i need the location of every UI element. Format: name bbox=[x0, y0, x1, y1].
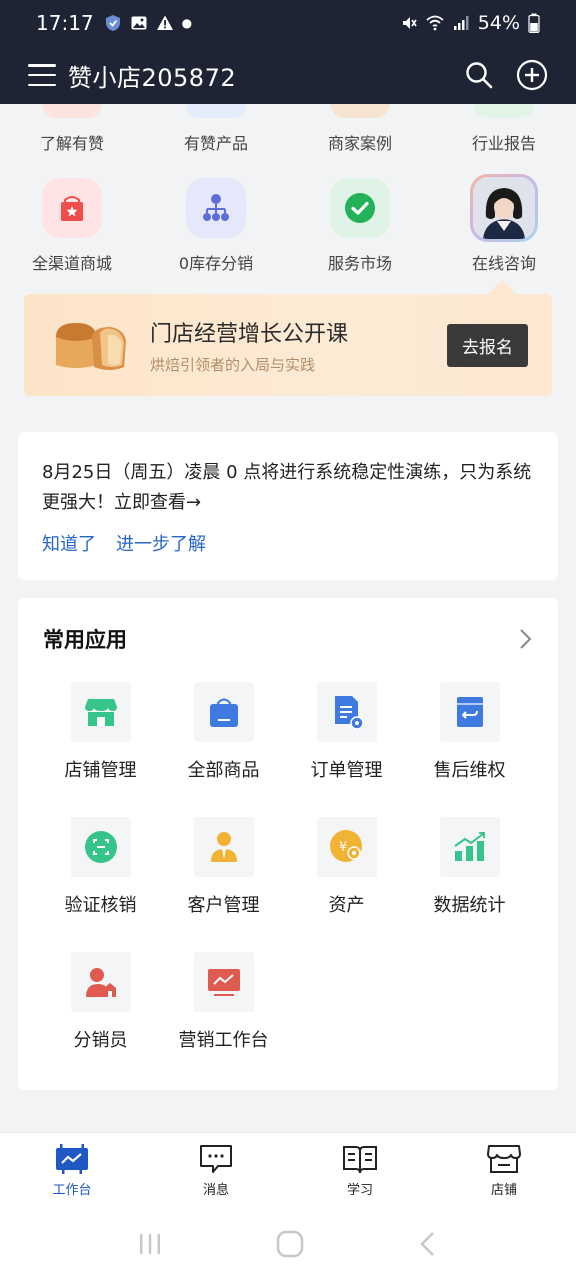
shop-icon bbox=[70, 682, 131, 742]
quick-link-service-market[interactable]: 服务市场 bbox=[288, 178, 432, 274]
back-icon[interactable] bbox=[416, 1229, 440, 1259]
page-title: 赞小店205872 bbox=[68, 63, 237, 92]
app-all-products[interactable]: 全部商品 bbox=[162, 682, 285, 817]
quick-link-cases[interactable]: 商家案例 bbox=[288, 104, 432, 154]
bottom-tab-bar: 工作台 消息 学习 店铺 bbox=[0, 1132, 576, 1208]
app-customer-management[interactable]: 客户管理 bbox=[162, 817, 285, 952]
order-doc-icon bbox=[316, 682, 377, 742]
main-scroll[interactable]: 了解有赞 有赞产品 商家案例 行业报告 全渠道商城 0库存分销 服务市场 在线咨… bbox=[0, 104, 576, 1132]
scan-verify-icon bbox=[70, 817, 131, 877]
app-header: 赞小店205872 bbox=[0, 46, 576, 104]
app-after-sales[interactable]: 售后维权 bbox=[408, 682, 531, 817]
signup-button[interactable]: 去报名 bbox=[447, 323, 528, 367]
quick-link-reports[interactable]: 行业报告 bbox=[432, 104, 576, 154]
customer-icon bbox=[193, 817, 254, 877]
quick-link-omni-mall[interactable]: 全渠道商城 bbox=[0, 178, 144, 274]
status-time: 17:17 bbox=[36, 11, 94, 35]
assets-coin-icon: ¥ bbox=[316, 817, 377, 877]
cases-icon bbox=[330, 104, 390, 118]
store-bag-icon bbox=[42, 178, 102, 238]
shield-icon bbox=[105, 15, 120, 31]
status-bar: 17:17 ● 54% bbox=[0, 0, 576, 46]
storefront-icon bbox=[487, 1145, 521, 1173]
search-icon[interactable] bbox=[464, 60, 494, 90]
products-icon bbox=[186, 104, 246, 118]
quick-links-top-row: 了解有赞 有赞产品 商家案例 行业报告 bbox=[0, 104, 576, 154]
signal-icon bbox=[453, 16, 469, 30]
app-assets[interactable]: ¥ 资产 bbox=[285, 817, 408, 952]
check-circle-icon bbox=[330, 178, 390, 238]
app-shop-management[interactable]: 店铺管理 bbox=[39, 682, 162, 817]
consultant-avatar bbox=[470, 174, 538, 242]
app-data-stats[interactable]: 数据统计 bbox=[408, 817, 531, 952]
svg-text:¥: ¥ bbox=[339, 840, 347, 855]
notice-learn-more-link[interactable]: 进一步了解 bbox=[116, 530, 206, 556]
tab-learning[interactable]: 学习 bbox=[288, 1133, 432, 1208]
data-chart-icon bbox=[439, 817, 500, 877]
notice-text[interactable]: 8月25日（周五）凌晨 0 点将进行系统稳定性演练，只为系统更强大！立即查看→ bbox=[42, 458, 534, 518]
workbench-icon bbox=[56, 1144, 88, 1174]
apps-title: 常用应用 bbox=[43, 628, 127, 652]
wifi-icon bbox=[426, 15, 444, 31]
app-verify-redeem[interactable]: 验证核销 bbox=[39, 817, 162, 952]
mute-icon bbox=[402, 17, 417, 29]
quick-links-row: 全渠道商城 0库存分销 服务市场 在线咨询 bbox=[0, 174, 576, 274]
dot-icon: ● bbox=[181, 16, 193, 30]
quick-link-about[interactable]: 了解有赞 bbox=[0, 104, 144, 154]
about-icon bbox=[42, 104, 102, 118]
menu-icon[interactable] bbox=[28, 64, 56, 86]
marketing-board-icon bbox=[193, 952, 254, 1012]
after-sale-icon bbox=[439, 682, 500, 742]
course-subtitle: 烘焙引领者的入局与实践 bbox=[150, 355, 316, 374]
notice-dismiss-link[interactable]: 知道了 bbox=[42, 530, 96, 556]
add-circle-icon[interactable] bbox=[516, 59, 548, 91]
battery-icon bbox=[528, 13, 540, 33]
chevron-right-icon[interactable] bbox=[519, 628, 533, 650]
warning-icon bbox=[156, 15, 173, 30]
bread-icon bbox=[52, 315, 134, 375]
book-icon bbox=[343, 1146, 377, 1174]
app-distributor[interactable]: 分销员 bbox=[39, 952, 162, 1087]
reports-icon bbox=[474, 104, 534, 118]
course-banner[interactable]: 门店经营增长公开课 烘焙引领者的入局与实践 去报名 bbox=[24, 280, 552, 396]
app-order-management[interactable]: 订单管理 bbox=[285, 682, 408, 817]
battery-percent: 54% bbox=[477, 12, 520, 34]
course-title: 门店经营增长公开课 bbox=[150, 321, 349, 347]
recent-apps-icon[interactable] bbox=[136, 1230, 164, 1258]
tab-workbench[interactable]: 工作台 bbox=[0, 1133, 144, 1208]
quick-link-online-consult[interactable]: 在线咨询 bbox=[432, 174, 576, 274]
quick-link-products[interactable]: 有赞产品 bbox=[144, 104, 288, 154]
notice-card: 8月25日（周五）凌晨 0 点将进行系统稳定性演练，只为系统更强大！立即查看→ … bbox=[18, 432, 558, 580]
tab-messages[interactable]: 消息 bbox=[144, 1133, 288, 1208]
tab-store[interactable]: 店铺 bbox=[432, 1133, 576, 1208]
apps-card: 常用应用 店铺管理 全部商品 订单管理 售后维权 验证核销 客户管理 ¥ 资产 … bbox=[18, 598, 558, 1090]
home-icon[interactable] bbox=[275, 1229, 305, 1259]
gallery-icon bbox=[131, 16, 147, 30]
app-marketing-workbench[interactable]: 营销工作台 bbox=[162, 952, 285, 1087]
system-nav-bar bbox=[0, 1208, 576, 1280]
message-icon bbox=[200, 1145, 232, 1173]
distributor-icon bbox=[70, 952, 131, 1012]
shopping-bag-icon bbox=[193, 682, 254, 742]
distribution-tree-icon bbox=[186, 178, 246, 238]
quick-link-zero-stock[interactable]: 0库存分销 bbox=[144, 178, 288, 274]
